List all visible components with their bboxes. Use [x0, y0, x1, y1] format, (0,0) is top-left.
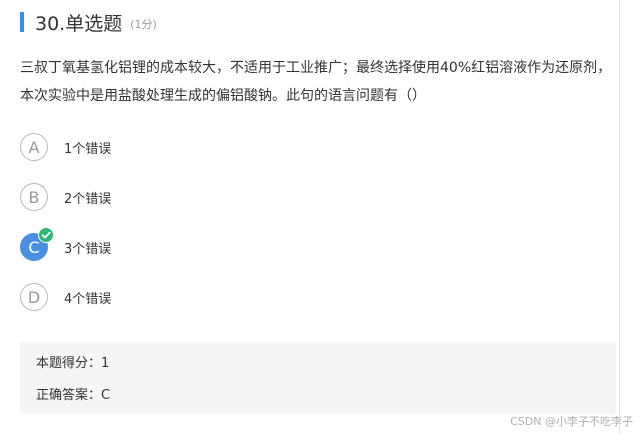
- option-b-radio[interactable]: B: [20, 183, 48, 211]
- question-text: 三叔丁氧基氢化铝锂的成本较大，不适用于工业推广；最终选择使用40%红铝溶液作为还…: [20, 60, 612, 104]
- watermark: CSDN @小李子不吃李子: [510, 415, 633, 428]
- option-d-letter: D: [27, 287, 41, 307]
- option-d-label: 4个错误: [64, 291, 112, 307]
- question-header: 30.单选题 (1分): [20, 11, 157, 35]
- accent-bar: [20, 12, 24, 32]
- result-panel: 本题得分：1 正确答案：C: [20, 342, 616, 414]
- option-d-radio[interactable]: D: [20, 283, 48, 311]
- option-a-letter: A: [28, 137, 40, 157]
- option-b[interactable]: B 2个错误: [20, 182, 111, 212]
- option-b-label: 2个错误: [64, 191, 112, 207]
- option-a[interactable]: A 1个错误: [20, 132, 111, 162]
- option-a-label: 1个错误: [64, 141, 112, 157]
- check-icon: [38, 227, 54, 243]
- option-c-label: 3个错误: [64, 241, 112, 257]
- option-c[interactable]: C 3个错误: [20, 227, 112, 262]
- option-a-radio[interactable]: A: [20, 133, 48, 161]
- question-card: 30.单选题 (1分) 三叔丁氧基氢化铝锂的成本较大，不适用于工业推广；最终选择…: [0, 0, 620, 433]
- option-b-letter: B: [28, 187, 40, 207]
- question-score: (1分): [130, 18, 157, 31]
- option-c-letter: C: [28, 237, 40, 257]
- score-line: 本题得分：1: [36, 356, 110, 371]
- question-title: 30.单选题: [35, 12, 123, 35]
- option-d[interactable]: D 4个错误: [20, 282, 111, 312]
- option-c-radio[interactable]: C: [20, 227, 54, 261]
- correct-answer-line: 正确答案：C: [36, 388, 111, 403]
